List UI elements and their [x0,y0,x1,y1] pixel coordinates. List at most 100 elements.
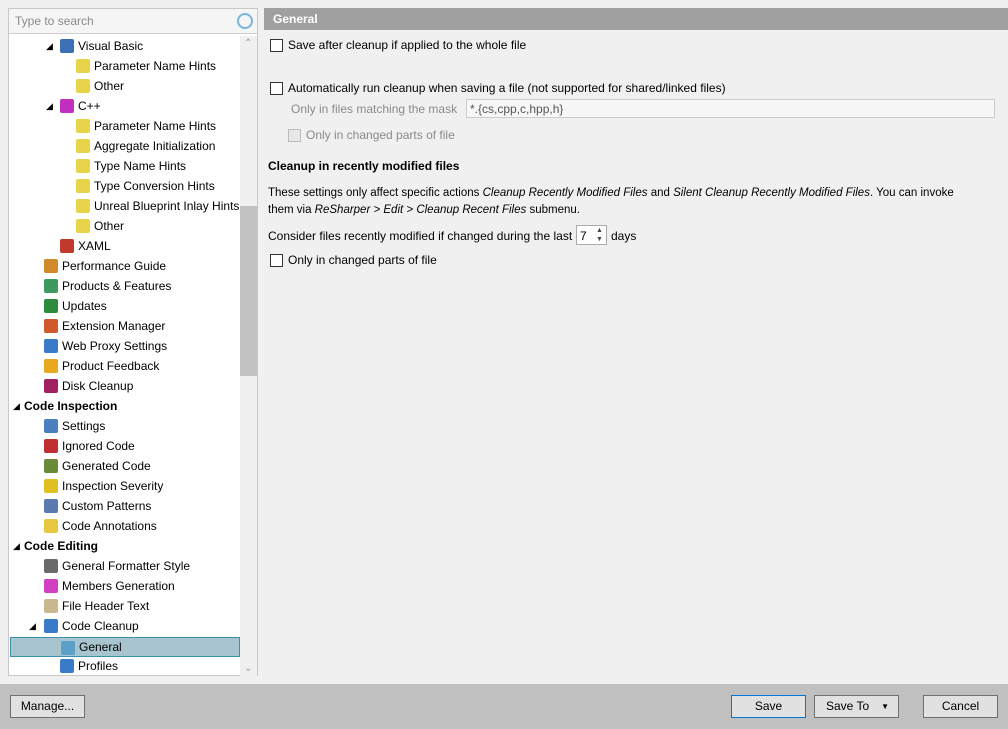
envelope-icon [44,359,58,373]
tree-item-type-name-hints[interactable]: Type Name Hints [10,156,240,176]
tree-item-label: Aggregate Initialization [94,139,216,153]
visual-basic-icon [60,39,74,53]
tree-item-settings[interactable]: Settings [10,416,240,436]
dropdown-arrow-icon[interactable]: ▼ [881,696,889,717]
tree-item-general-formatter-style[interactable]: General Formatter Style [10,556,240,576]
section-title: Cleanup in recently modified files [268,159,460,173]
tree-item-parameter-name-hints[interactable]: Parameter Name Hints [10,56,240,76]
days-stepper[interactable]: 7 ▲ ▼ [576,225,607,245]
extension-manager-icon [44,319,58,333]
save-to-label: Save To [826,699,870,713]
tree-item-label: Products & Features [62,279,172,293]
tree-item-code-inspection[interactable]: ◢ Code Inspection [10,396,240,416]
expander-icon[interactable]: ◢ [46,36,53,56]
tree-item-products-features[interactable]: Products & Features [10,276,240,296]
disk-cleanup-icon [44,379,58,393]
tree-item-label: Unreal Blueprint Inlay Hints [94,199,240,213]
tree-item-label: General Formatter Style [62,559,191,573]
settings-tree-panel: Type to search ◢ Visual Basic Parameter Na… [8,8,258,676]
tree-item-type-conversion-hints[interactable]: Type Conversion Hints [10,176,240,196]
scroll-down-icon[interactable]: ⌄ [244,663,252,674]
save-to-button[interactable]: Save To ▼ [814,695,899,718]
tree-item-label: Parameter Name Hints [94,59,217,73]
tree-item-other[interactable]: Other [10,76,240,96]
tree-item-web-proxy-settings[interactable]: Web Proxy Settings [10,336,240,356]
tree-item-performance-guide[interactable]: Performance Guide [10,256,240,276]
scrollbar-thumb[interactable] [240,206,257,376]
chevron-down-icon[interactable]: ▼ [593,235,606,244]
tree-item-code-cleanup[interactable]: ◢ Code Cleanup [10,616,240,636]
tree-item-xaml[interactable]: XAML [10,236,240,256]
tree-item-unreal-blueprint-inlay-hints[interactable]: Unreal Blueprint Inlay Hints [10,196,240,216]
tree-item-label: Type Name Hints [94,159,187,173]
tree-item-label: Product Feedback [62,359,160,373]
mask-label: Only in files matching the mask [291,102,458,116]
tree-item-label: Custom Patterns [62,499,152,513]
tree-item-members-generation[interactable]: Members Generation [10,576,240,596]
expander-icon[interactable]: ◢ [13,396,20,416]
tree-item-generated-code[interactable]: Generated Code [10,456,240,476]
action-name: Cleanup Recently Modified Files [482,187,648,199]
custom-patterns-icon [44,499,58,513]
auto-changed-only-checkbox[interactable] [288,129,301,142]
tree-item-code-editing[interactable]: ◢ Code Editing [10,536,240,556]
description-line-1: These settings only affect specific acti… [268,187,954,199]
mask-input[interactable]: *.{cs,cpp,c,hpp,h} [466,99,995,118]
recent-changed-only-checkbox[interactable] [270,254,283,267]
inlay-hints-icon [76,59,90,73]
formatter-style-icon [44,559,58,573]
tree-item-disk-cleanup[interactable]: Disk Cleanup [10,376,240,396]
tree-item-label: Settings [62,419,106,433]
desc-text: them via [268,204,315,216]
tree-item-label: Code Annotations [62,519,157,533]
manage-button[interactable]: Manage... [10,695,85,718]
tree-item-label: C++ [78,99,101,113]
inlay-hints-icon [76,219,90,233]
tree-item-ignored-code[interactable]: Ignored Code [10,436,240,456]
chevron-up-icon[interactable]: ▲ [593,226,606,235]
tree-item-custom-patterns[interactable]: Custom Patterns [10,496,240,516]
days-unit: days [611,229,637,243]
save-button[interactable]: Save [731,695,806,718]
tree-item-label: Ignored Code [62,439,135,453]
auto-run-cleanup-checkbox[interactable] [270,82,283,95]
save-after-cleanup-checkbox[interactable] [270,39,283,52]
tree-item-visual-basic[interactable]: ◢ Visual Basic [10,36,240,56]
tree-item-c-[interactable]: ◢ C++ [10,96,240,116]
tree-item-code-annotations[interactable]: Code Annotations [10,516,240,536]
tree-item-file-header-text[interactable]: File Header Text [10,596,240,616]
auto-run-cleanup-label: Automatically run cleanup when saving a … [288,81,726,95]
tree-scrollbar[interactable]: ⌃ ⌄ [240,36,257,676]
inlay-hints-icon [76,179,90,193]
auto-changed-only-label: Only in changed parts of file [306,128,455,142]
tree-item-label: Extension Manager [62,319,166,333]
tree-item-parameter-name-hints[interactable]: Parameter Name Hints [10,116,240,136]
tree-item-profiles[interactable]: Profiles [10,656,240,676]
xaml-icon [60,239,74,253]
inlay-hints-icon [76,79,90,93]
cancel-button[interactable]: Cancel [923,695,998,718]
days-label: Consider files recently modified if chan… [268,229,573,243]
tree-item-extension-manager[interactable]: Extension Manager [10,316,240,336]
desc-text: These settings only affect specific acti… [268,187,483,199]
tree-item-product-feedback[interactable]: Product Feedback [10,356,240,376]
search-input[interactable]: Type to search [9,9,257,34]
tree-item-updates[interactable]: Updates [10,296,240,316]
tree-item-label: XAML [78,239,111,253]
page-title: General [264,8,1008,30]
inlay-hints-icon [76,199,90,213]
tree-item-general[interactable]: General [10,637,240,657]
tree-item-label: Other [94,79,125,93]
expander-icon[interactable]: ◢ [13,536,20,556]
tree-item-other[interactable]: Other [10,216,240,236]
tree-item-label: Updates [62,299,107,313]
scroll-up-icon[interactable]: ⌃ [244,38,252,49]
expander-icon[interactable]: ◢ [46,96,53,116]
tree-item-inspection-severity[interactable]: Inspection Severity [10,476,240,496]
expander-icon[interactable]: ◢ [29,616,36,636]
settings-content: General Save after cleanup if applied to… [264,8,1008,676]
tree-item-aggregate-initialization[interactable]: Aggregate Initialization [10,136,240,156]
inlay-hints-icon [76,139,90,153]
tree-item-label: General [79,640,122,654]
tree-item-label: Generated Code [62,459,151,473]
